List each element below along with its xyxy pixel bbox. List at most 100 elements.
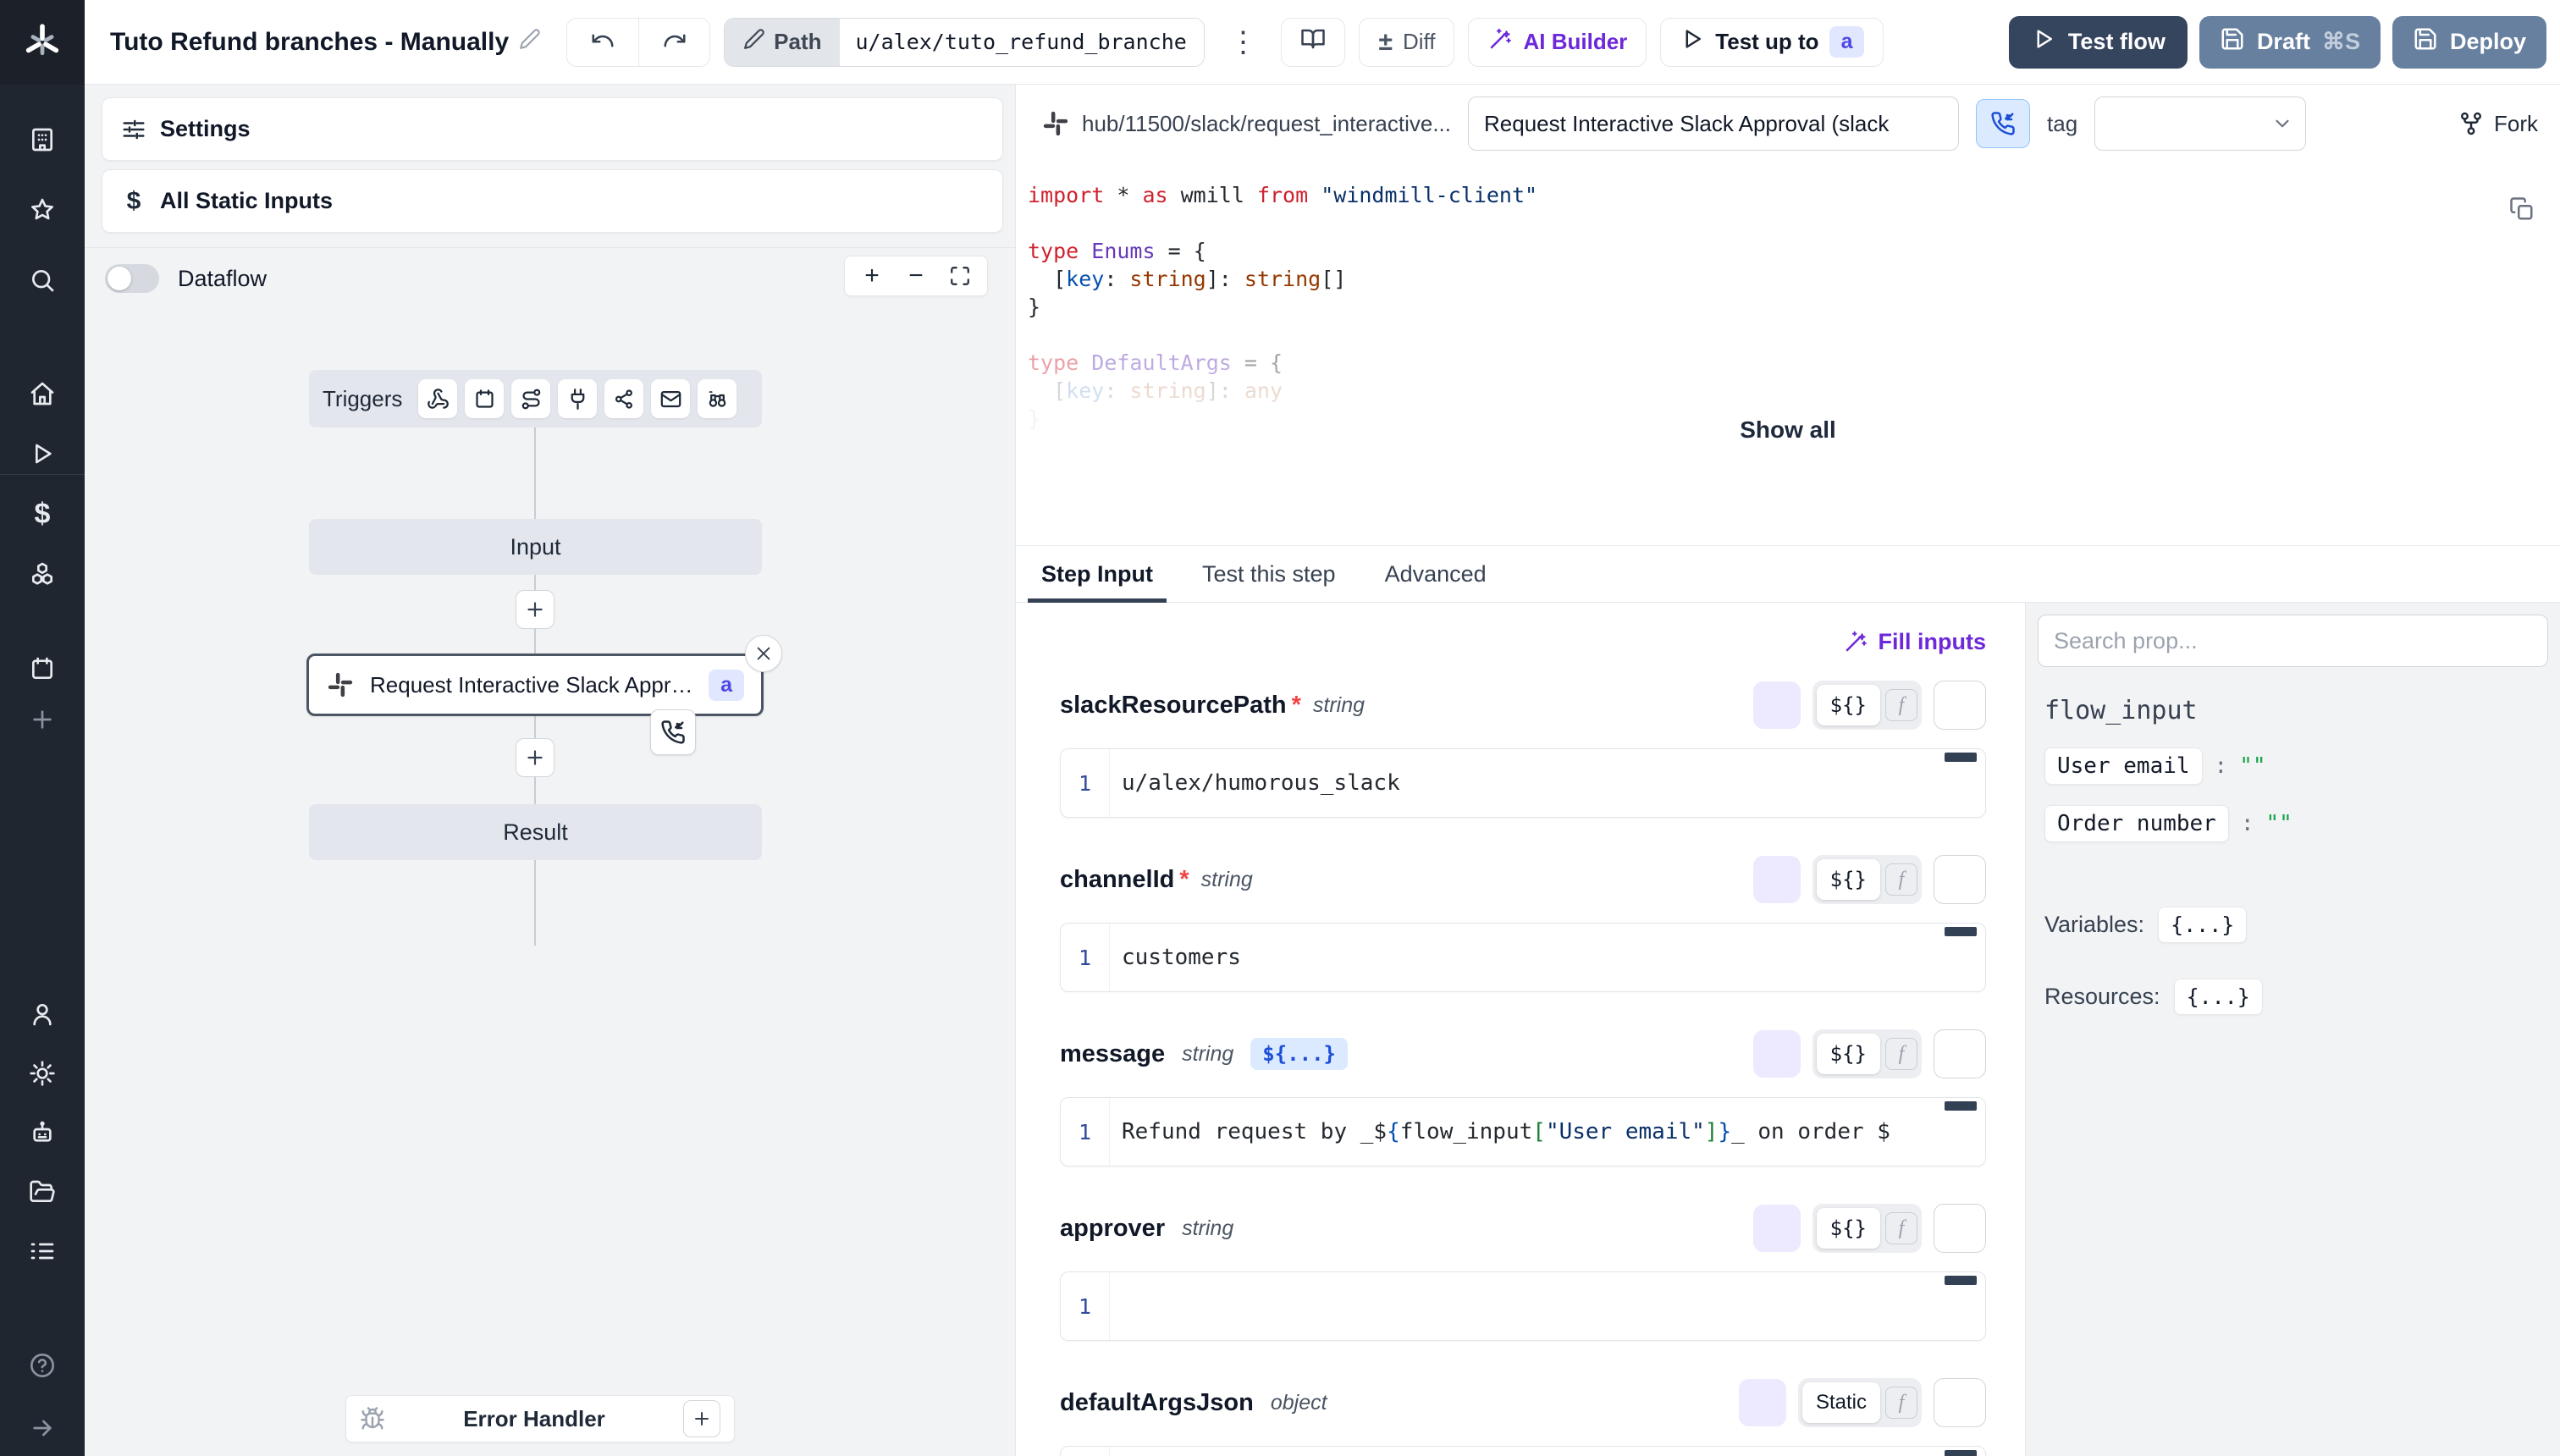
suspend-approval-icon-chip[interactable] [650, 709, 696, 755]
expr-mode-button[interactable]: ${} [1817, 685, 1880, 725]
resources-pill[interactable]: {...} [2174, 979, 2263, 1015]
step-summary-input[interactable] [1468, 97, 1959, 151]
test-up-to-button[interactable]: Test up to a [1660, 18, 1884, 67]
remove-step-button[interactable] [745, 635, 782, 672]
function-mode-button[interactable]: f [1885, 1212, 1917, 1244]
draft-button[interactable]: Draft ⌘S [2199, 16, 2381, 69]
variables-pill[interactable]: {...} [2158, 907, 2247, 943]
search-prop-input[interactable] [2038, 615, 2548, 667]
all-static-inputs-button[interactable]: $ All Static Inputs [102, 169, 1003, 233]
search-icon[interactable] [24, 262, 61, 299]
ai-fill-button[interactable] [1753, 1205, 1801, 1252]
field-value-editor[interactable]: 1 u/alex/humorous_slack [1060, 748, 1986, 818]
draft-shortcut: ⌘S [2322, 29, 2360, 55]
account-icon[interactable] [24, 995, 61, 1033]
field-value[interactable] [1110, 1272, 1985, 1340]
field-value[interactable]: u/alex/humorous_slack [1110, 749, 1985, 817]
folders-icon[interactable] [24, 1173, 61, 1211]
docs-button[interactable] [1281, 18, 1345, 67]
result-node[interactable]: Result [309, 804, 762, 860]
code-line: import * as wmill from "windmill-client" [1028, 181, 2560, 209]
runs-icon[interactable] [24, 435, 61, 472]
code-preview[interactable]: import * as wmill from "windmill-client"… [1016, 163, 2560, 545]
expand-icon[interactable] [24, 1409, 61, 1447]
ai-fill-button[interactable] [1753, 1030, 1801, 1078]
route-trigger-icon[interactable] [511, 379, 550, 418]
function-mode-button[interactable]: f [1885, 1387, 1917, 1419]
fork-button[interactable]: Fork [2458, 111, 2538, 137]
schedule-trigger-icon[interactable] [465, 379, 504, 418]
windmill-logo[interactable] [0, 0, 85, 85]
ai-fill-button[interactable] [1753, 856, 1801, 903]
dollar-icon: $ [121, 187, 146, 216]
copy-code-button[interactable] [2509, 196, 2535, 222]
tab-test-this-step[interactable]: Test this step [1200, 546, 1338, 602]
input-node[interactable]: Input [309, 519, 762, 575]
redo-button[interactable] [638, 19, 709, 66]
triggers-node[interactable]: Triggers [309, 370, 762, 427]
add-icon[interactable] [24, 701, 61, 738]
email-trigger-icon[interactable] [651, 379, 690, 418]
flow-input-root[interactable]: flow_input [2044, 696, 2548, 725]
expr-mode-button[interactable]: Static [1802, 1382, 1880, 1423]
field-value-editor[interactable]: 1 Refund request by _${flow_input["User … [1060, 1097, 1986, 1166]
deploy-label: Deploy [2450, 29, 2526, 55]
add-error-handler-button[interactable] [683, 1400, 720, 1437]
expr-mode-button[interactable]: ${} [1817, 1208, 1880, 1249]
expr-mode-button[interactable]: ${} [1817, 859, 1880, 900]
more-options-button[interactable]: ⋮ [1218, 25, 1267, 59]
test-flow-button[interactable]: Test flow [2009, 16, 2188, 69]
ai-fill-button[interactable] [1753, 681, 1801, 729]
help-icon[interactable] [24, 1347, 61, 1384]
hub-script-path[interactable]: hub/11500/slack/request_interactive... [1041, 109, 1451, 138]
suspend-approval-button[interactable] [1976, 99, 2030, 148]
settings-label: Settings [160, 116, 251, 142]
field-value[interactable]: customers [1110, 924, 1985, 991]
tab-advanced[interactable]: Advanced [1383, 546, 1488, 602]
function-mode-button[interactable]: f [1885, 689, 1917, 721]
websocket-trigger-icon[interactable] [558, 379, 597, 418]
prop-row-user-email[interactable]: User email:"" [2044, 747, 2548, 785]
tag-select[interactable] [2094, 97, 2306, 151]
schedules-icon[interactable] [24, 650, 61, 687]
resources-icon[interactable] [24, 555, 61, 593]
function-mode-button[interactable]: f [1885, 1038, 1917, 1070]
home-icon[interactable] [24, 375, 61, 412]
expr-mode-button[interactable]: ${} [1817, 1034, 1880, 1074]
kafka-trigger-icon[interactable] [604, 379, 643, 418]
tab-step-input[interactable]: Step Input [1040, 546, 1155, 602]
field-value-editor[interactable]: 1 [1060, 1271, 1986, 1341]
path-label[interactable]: Path [725, 19, 840, 66]
error-handler-node[interactable]: Error Handler [345, 1395, 735, 1442]
flow-graph-panel: Settings $ All Static Inputs Dataflow + … [85, 85, 1016, 1456]
field-value-editor[interactable]: 1 customers [1060, 923, 1986, 992]
flow-settings-button[interactable]: Settings [102, 97, 1003, 161]
watch-trigger-icon[interactable] [698, 379, 737, 418]
prop-row-order-number[interactable]: Order number:"" [2044, 805, 2548, 842]
ai-fill-button[interactable] [1739, 1379, 1786, 1426]
diff-button[interactable]: ± Diff [1359, 18, 1454, 67]
flow-canvas[interactable]: Triggers Input Request Interactive Slack… [85, 288, 1016, 1456]
variables-icon[interactable]: $ [24, 495, 61, 532]
undo-button[interactable] [567, 19, 638, 66]
path-input[interactable] [840, 19, 1204, 66]
show-all-code-button[interactable]: Show all [1740, 416, 1836, 444]
function-mode-button[interactable]: f [1885, 863, 1917, 896]
slack-approval-node[interactable]: Request Interactive Slack Approval (... … [306, 654, 764, 716]
edit-title-icon[interactable] [519, 28, 541, 57]
webhook-trigger-icon[interactable] [418, 379, 457, 418]
workers-icon[interactable] [24, 1114, 61, 1151]
settings-icon[interactable] [24, 1055, 61, 1092]
fill-inputs-button[interactable]: Fill inputs [1843, 629, 1987, 655]
add-step-button[interactable] [516, 738, 554, 777]
workspace-icon[interactable] [24, 121, 61, 158]
audit-logs-icon[interactable] [24, 1233, 61, 1270]
field-value[interactable]: Refund request by _${flow_input["User em… [1110, 1098, 1985, 1166]
ai-builder-button[interactable]: AI Builder [1468, 18, 1647, 67]
favorites-icon[interactable] [24, 191, 61, 229]
fill-inputs-row: Fill inputs [1060, 603, 1986, 681]
field-value[interactable] [1110, 1447, 1985, 1456]
field-value-editor[interactable]: 1 [1060, 1446, 1986, 1456]
add-step-button[interactable] [516, 590, 554, 629]
deploy-button[interactable]: Deploy [2392, 16, 2546, 69]
